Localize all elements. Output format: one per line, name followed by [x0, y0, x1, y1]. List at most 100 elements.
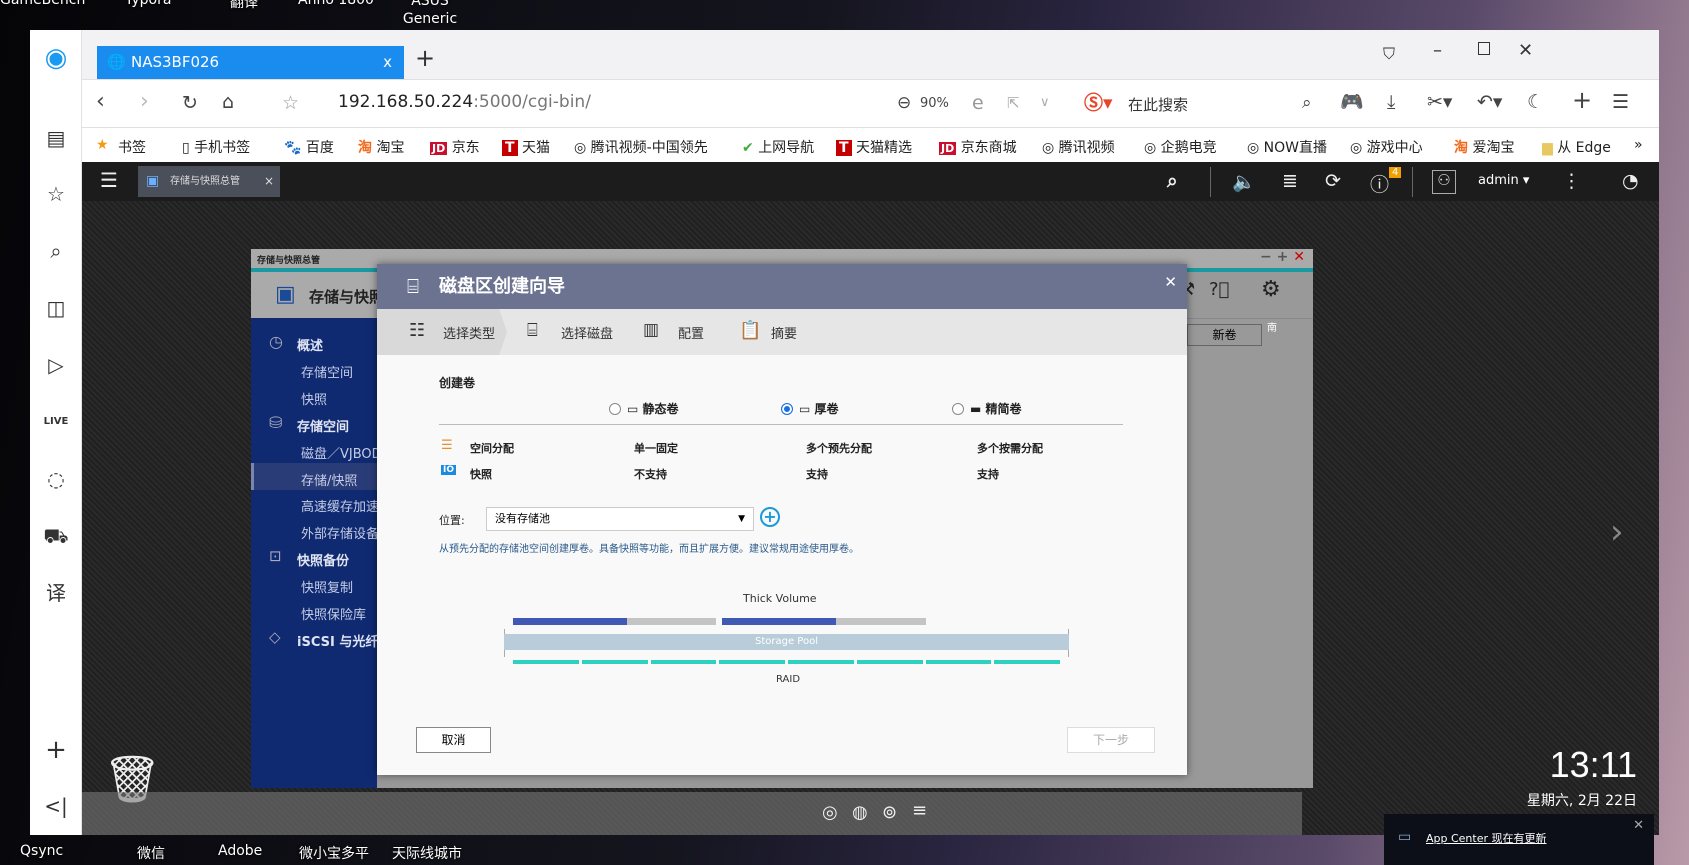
desktop-icon-label[interactable]: Qsync	[20, 843, 63, 859]
desktop-icon-label[interactable]: Typora	[125, 0, 171, 8]
sidebar-item-vault[interactable]: 快照保险库	[301, 604, 366, 623]
notification-link[interactable]: App Center 现在有更新	[1426, 830, 1547, 846]
next-button[interactable]: 下一步	[1067, 727, 1155, 753]
thick-volume-option[interactable]: ▭ 厚卷	[781, 400, 839, 417]
dock-menu-icon[interactable]: ≡	[912, 800, 927, 821]
user-menu[interactable]: admin ▾	[1478, 173, 1529, 188]
maximize-button[interactable]	[1478, 42, 1490, 55]
desktop-icon-label[interactable]: Adobe	[218, 843, 262, 859]
new-tab-button[interactable]: +	[415, 44, 435, 72]
share-icon[interactable]: ⇱	[1007, 93, 1020, 113]
video-icon[interactable]: ▷	[42, 351, 70, 379]
news-icon[interactable]: ▤	[42, 124, 70, 152]
window-minimize-button[interactable]: −	[1260, 249, 1272, 265]
cart-icon[interactable]: ⛟	[42, 522, 70, 550]
bookmark-item[interactable]: 淘 淘宝	[358, 137, 404, 157]
radio-button[interactable]	[609, 403, 621, 415]
tasks-icon[interactable]: ≣	[1282, 170, 1298, 192]
sidebar-item-external[interactable]: 外部存储设备	[301, 523, 379, 542]
thin-volume-option[interactable]: ▬ 精简卷	[952, 400, 1022, 417]
search-icon[interactable]: ⌕	[1167, 170, 1178, 192]
radio-button[interactable]	[781, 403, 793, 415]
sidebar-item-disks[interactable]: 磁盘／VJBOD	[301, 443, 382, 462]
main-menu-icon[interactable]: ☰	[100, 168, 118, 192]
sidebar-item-snapshot[interactable]: 快照	[301, 389, 327, 408]
star-icon[interactable]: ☆	[42, 180, 70, 208]
zoom-icon[interactable]: ⊖	[897, 93, 911, 113]
sync-icon[interactable]: ⟳	[1325, 170, 1341, 192]
search-icon[interactable]: ⌕	[42, 237, 70, 265]
bookmark-item[interactable]: 🐾 百度	[284, 137, 334, 157]
location-select[interactable]: 没有存储池 ▼	[486, 507, 754, 531]
scissors-icon[interactable]: ✂▾	[1427, 92, 1452, 112]
back-icon[interactable]: ‹	[96, 91, 105, 113]
bookmark-item[interactable]: ▯ 手机书签	[182, 137, 250, 157]
game-icon[interactable]: 🎮	[1340, 92, 1364, 112]
add-icon[interactable]: +	[1572, 88, 1592, 112]
bookmark-item[interactable]: T 天猫精选	[836, 137, 912, 157]
url-input[interactable]: 192.168.50.224:5000/cgi-bin/	[338, 92, 591, 112]
reload-icon[interactable]: ↻	[182, 93, 198, 113]
bookmark-item[interactable]: ▆ 从 Edge	[1542, 137, 1622, 157]
help-icon[interactable]: ?⃝	[1209, 279, 1229, 300]
volume-icon[interactable]: 🔈	[1232, 170, 1256, 193]
app-taskbar-tab[interactable]: ▣ 存储与快照总管 ×	[138, 166, 280, 197]
sidebar-item-replica[interactable]: 快照复制	[301, 577, 353, 596]
chat-icon[interactable]: ◌	[42, 465, 70, 493]
download-icon[interactable]: ⤓	[1387, 92, 1395, 112]
search-icon[interactable]: ⌕	[1302, 93, 1312, 113]
bookmark-item[interactable]: T 天猫	[502, 137, 550, 157]
bookmark-item[interactable]: ◎ 腾讯视频	[1042, 137, 1115, 157]
settings-gear-icon[interactable]: ⚙	[1261, 277, 1281, 302]
bookmark-item[interactable]: ◎ 游戏中心	[1350, 137, 1423, 157]
collapse-icon[interactable]: <|	[42, 792, 70, 820]
window-close-button[interactable]: ✕	[1293, 249, 1305, 265]
desktop-icon-label[interactable]: 微信	[137, 843, 165, 863]
app-tab-close-icon[interactable]: ×	[264, 166, 274, 197]
static-volume-option[interactable]: ▭ 静态卷	[609, 400, 679, 417]
undo-icon[interactable]: ↶▾	[1477, 92, 1502, 112]
add-icon[interactable]: +	[42, 736, 70, 764]
notification-close-button[interactable]: ✕	[1633, 818, 1644, 833]
sogou-search-icon[interactable]: Ⓢ▾	[1084, 93, 1113, 113]
zoom-level[interactable]: 90%	[920, 96, 949, 111]
desktop-icon-label[interactable]: 翻译	[230, 0, 258, 12]
desktop-icon-label[interactable]: Anno 1800	[298, 0, 374, 8]
ie-mode-icon[interactable]: e	[972, 93, 984, 113]
bookmark-item[interactable]: 书签	[118, 137, 146, 157]
user-avatar-icon[interactable]: ⚇	[1432, 170, 1456, 194]
chevron-down-icon[interactable]: ∨	[1040, 93, 1050, 113]
skin-icon[interactable]: ⛉	[1383, 44, 1395, 64]
new-volume-button[interactable]: 新卷	[1187, 324, 1262, 346]
bookmark-item[interactable]: ✔ 上网导航	[742, 137, 814, 157]
next-page-arrow[interactable]: ›	[1610, 512, 1624, 552]
radio-button[interactable]	[952, 403, 964, 415]
sidebar-item-storage-snapshot[interactable]: 存储/快照	[301, 470, 357, 489]
minimize-button[interactable]: –	[1433, 40, 1442, 61]
wizard-close-button[interactable]: ✕	[1164, 260, 1177, 305]
bookmark-item[interactable]: ◎ 腾讯视频-中国领先	[574, 137, 708, 157]
bookmark-item[interactable]: JD 京东	[430, 137, 480, 157]
night-mode-icon[interactable]: ☾	[1527, 92, 1544, 112]
bookmark-item[interactable]: JD 京东商城	[939, 137, 1017, 157]
home-icon[interactable]: ⌂	[222, 92, 234, 112]
book-icon[interactable]: ◫	[42, 294, 70, 322]
dock-app-icon[interactable]: ◎	[822, 802, 838, 823]
desktop-icon-label[interactable]: 微小宝多平	[299, 843, 369, 863]
translate-icon[interactable]: 译	[42, 579, 70, 607]
live-icon[interactable]: LIVE	[42, 408, 70, 436]
more-options-icon[interactable]: ⋮	[1562, 170, 1581, 192]
bookmarks-more-button[interactable]: »	[1634, 137, 1643, 153]
add-pool-button[interactable]: +	[760, 507, 780, 527]
forward-icon[interactable]: ›	[140, 91, 149, 113]
bookmark-item[interactable]: ◎ 企鹅电竞	[1144, 137, 1217, 157]
desktop-icon-label[interactable]: 天际线城市	[392, 843, 462, 863]
sidebar-item-storage[interactable]: 存储空间	[301, 362, 353, 381]
cancel-button[interactable]: 取消	[416, 727, 491, 753]
menu-icon[interactable]: ☰	[1612, 92, 1629, 112]
sidebar-header-overview[interactable]: 概述	[297, 335, 323, 354]
dashboard-icon[interactable]: ◔	[1622, 170, 1639, 192]
close-button[interactable]: ✕	[1518, 40, 1533, 61]
search-input[interactable]: 在此搜索	[1128, 94, 1288, 115]
window-maximize-button[interactable]: +	[1277, 249, 1289, 265]
